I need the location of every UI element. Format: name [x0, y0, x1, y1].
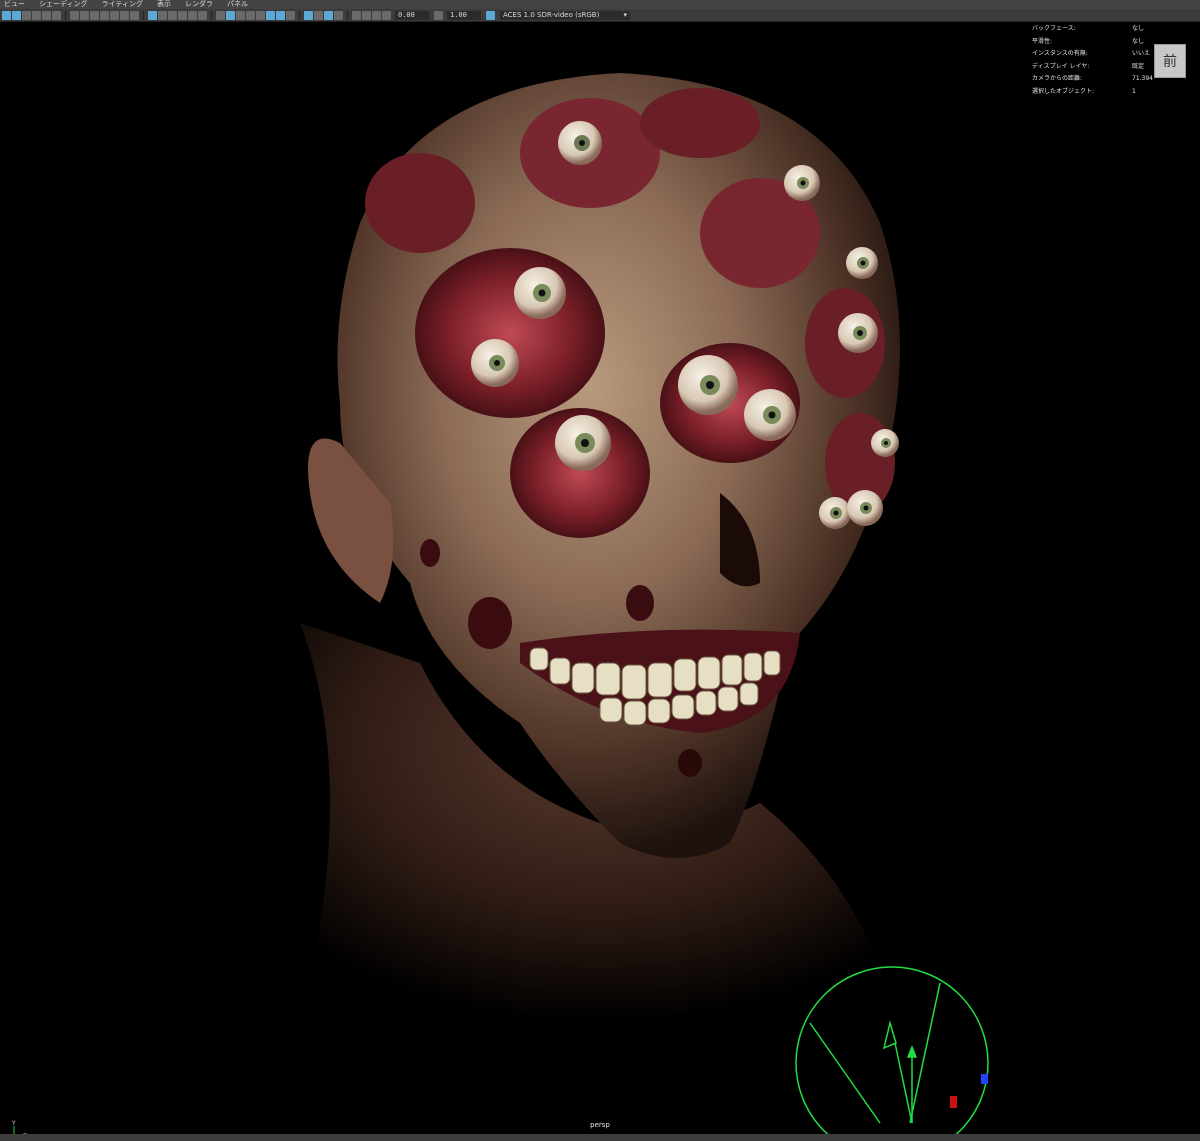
- menu-shading[interactable]: シェーディング: [39, 0, 88, 9]
- hud-row: ディスプレイ レイヤ: 既定: [1032, 61, 1162, 74]
- view-transform-select[interactable]: ACES 1.0 SDR-video (sRGB) ▾: [500, 10, 630, 20]
- hud-label: カメラからの距離:: [1032, 75, 1083, 82]
- hud-label: 平滑性:: [1032, 37, 1053, 45]
- menu-bar: ビュー シェーディング ライティング 表示 レンダラ パネル: [0, 0, 1200, 9]
- xray-active-icon[interactable]: [334, 10, 343, 20]
- toolbar-divider: [65, 10, 66, 20]
- viewport-render: [300, 73, 989, 1134]
- safe-action-icon[interactable]: [120, 10, 129, 20]
- hud-icon[interactable]: [304, 10, 313, 20]
- hud-label: バックフェース:: [1032, 25, 1076, 32]
- grid-icon[interactable]: [70, 10, 79, 20]
- hud-value: なし: [1132, 25, 1145, 32]
- resolution-gate-icon[interactable]: [90, 10, 99, 20]
- multisample-aa-icon[interactable]: [276, 10, 285, 20]
- chevron-down-icon: ▾: [623, 10, 627, 19]
- color-management-icon[interactable]: [486, 10, 495, 20]
- shadows-icon[interactable]: [246, 10, 255, 20]
- smooth-shade-icon[interactable]: [168, 10, 177, 20]
- wireframe-icon[interactable]: [158, 10, 167, 20]
- camera-attributes-icon[interactable]: [12, 10, 21, 20]
- camera-background-icon[interactable]: [314, 10, 323, 20]
- hud-label: インスタンスの有無:: [1032, 50, 1088, 57]
- grease-pencil-icon[interactable]: [52, 10, 61, 20]
- default-material-icon[interactable]: [178, 10, 187, 20]
- screen-space-ao-icon[interactable]: [256, 10, 265, 20]
- safe-title-icon[interactable]: [130, 10, 139, 20]
- hud-row: 選択したオブジェクト: 1: [1032, 86, 1162, 99]
- hud-value: 1: [1132, 87, 1136, 95]
- isolate-select-icon[interactable]: [216, 10, 225, 20]
- 2d-pan-zoom-icon[interactable]: [42, 10, 51, 20]
- heads-up-display: バックフェース: なし 平滑性: なし インスタンスの有無: いいえ ディスプレイ レ…: [1032, 23, 1162, 98]
- textured-icon[interactable]: [226, 10, 235, 20]
- exposure-icon[interactable]: [382, 10, 391, 20]
- camera-name-label: persp: [590, 1121, 610, 1129]
- viewport-3d[interactable]: Y Z: [0, 23, 1200, 1134]
- menu-view[interactable]: ビュー: [4, 0, 25, 9]
- view-transform-value: ACES 1.0 SDR-video (sRGB): [503, 10, 600, 19]
- menu-show[interactable]: 表示: [157, 0, 171, 9]
- select-camera-icon[interactable]: [2, 10, 11, 20]
- menu-lighting[interactable]: ライティング: [102, 0, 143, 9]
- field-chart-icon[interactable]: [110, 10, 119, 20]
- image-plane-icon[interactable]: [32, 10, 41, 20]
- gamma-icon[interactable]: [434, 10, 443, 20]
- wireframe-on-shaded-icon[interactable]: [188, 10, 197, 20]
- frame-all-icon[interactable]: [372, 10, 381, 20]
- toolbar-divider: [299, 10, 300, 20]
- menu-panels[interactable]: パネル: [227, 0, 248, 9]
- motion-blur-icon[interactable]: [266, 10, 275, 20]
- gamma-field[interactable]: 1.00: [447, 10, 481, 20]
- xray-joints-icon[interactable]: [324, 10, 333, 20]
- display-options-icon[interactable]: [352, 10, 361, 20]
- panel-toolbar: 0.00 1.00 ACES 1.0 SDR-video (sRGB) ▾: [0, 9, 1200, 22]
- xray-icon[interactable]: [198, 10, 207, 20]
- menu-renderer[interactable]: レンダラ: [185, 0, 213, 9]
- view-cube[interactable]: 前: [1154, 44, 1186, 78]
- bottom-bar: [0, 1134, 1200, 1141]
- toolbar-divider: [347, 10, 348, 20]
- toolbar-divider: [143, 10, 144, 20]
- use-all-lights-icon[interactable]: [236, 10, 245, 20]
- view-cube-face-label: 前: [1163, 54, 1177, 70]
- exposure-field[interactable]: 0.00: [395, 10, 429, 20]
- bookmark-icon[interactable]: [22, 10, 31, 20]
- hud-label: ディスプレイ レイヤ:: [1032, 62, 1090, 70]
- toolbar-divider: [211, 10, 212, 20]
- hud-row: 平滑性: なし: [1032, 36, 1162, 49]
- hud-row: バックフェース: なし: [1032, 23, 1162, 36]
- frame-selected-icon[interactable]: [362, 10, 371, 20]
- film-gate-icon[interactable]: [80, 10, 89, 20]
- hud-label: 選択したオブジェクト:: [1032, 87, 1095, 95]
- grid-toggle-icon[interactable]: [148, 10, 157, 20]
- hud-row: インスタンスの有無: いいえ: [1032, 48, 1162, 61]
- depth-of-field-icon[interactable]: [286, 10, 295, 20]
- gate-mask-icon[interactable]: [100, 10, 109, 20]
- hud-row: カメラからの距離: 71.394: [1032, 73, 1162, 86]
